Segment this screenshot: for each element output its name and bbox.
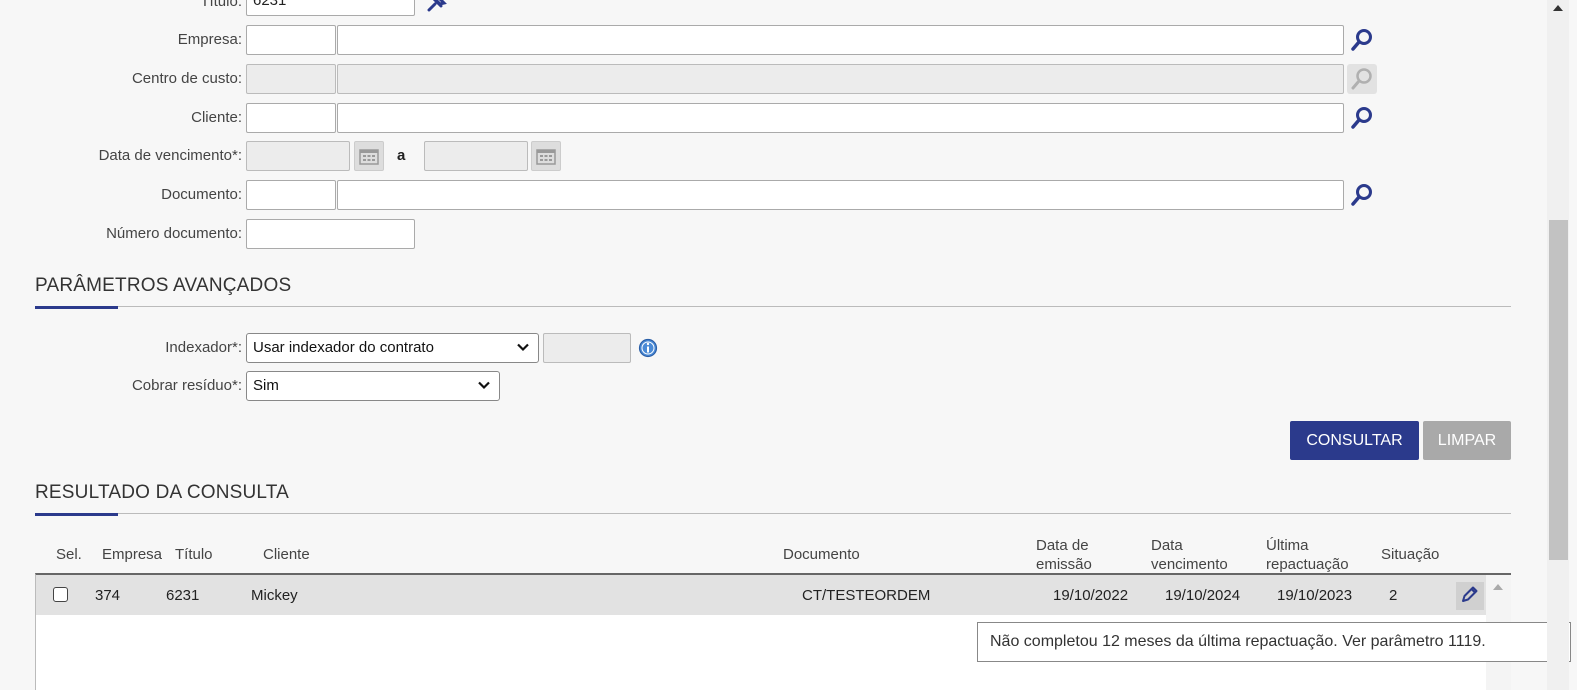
indexador-selected-value: Usar indexador do contrato bbox=[253, 339, 434, 356]
titulo-input[interactable]: 6231 bbox=[246, 0, 415, 16]
column-header-sel: Sel. bbox=[56, 546, 82, 563]
cliente-name-input[interactable] bbox=[337, 103, 1344, 133]
pin-icon[interactable] bbox=[421, 0, 451, 18]
advanced-section-divider bbox=[35, 306, 1511, 307]
column-header-data-emissao: Data de emissão bbox=[1036, 536, 1092, 574]
row-edit-button[interactable] bbox=[1456, 582, 1484, 610]
documento-name-input[interactable] bbox=[337, 180, 1344, 210]
column-header-data-vencimento: Data vencimento bbox=[1151, 536, 1228, 574]
results-section-title: RESULTADO DA CONSULTA bbox=[35, 482, 290, 503]
cliente-code-input[interactable] bbox=[246, 103, 336, 133]
row-titulo: 6231 bbox=[166, 587, 200, 604]
calendar-icon[interactable] bbox=[531, 141, 561, 171]
centro-custo-code-input bbox=[246, 64, 336, 94]
row-select-checkbox[interactable] bbox=[53, 587, 68, 602]
calendar-icon[interactable] bbox=[354, 141, 384, 171]
column-header-ultima-repactuacao-line1: Última bbox=[1266, 537, 1309, 554]
column-header-data-emissao-line2: emissão bbox=[1036, 556, 1092, 573]
row-cliente: Mickey bbox=[251, 587, 298, 604]
row-data-vencimento: 19/10/2024 bbox=[1165, 587, 1241, 604]
column-header-data-vencimento-line2: vencimento bbox=[1151, 556, 1228, 573]
info-icon[interactable] bbox=[638, 338, 658, 358]
data-vencimento-label: Data de vencimento*: bbox=[98, 147, 242, 164]
row-empresa: 374 bbox=[95, 587, 121, 604]
data-vencimento-to-input[interactable] bbox=[424, 141, 528, 171]
page-scrollbar-thumb[interactable] bbox=[1549, 220, 1568, 560]
numero-documento-input[interactable] bbox=[246, 219, 415, 249]
search-icon[interactable] bbox=[1347, 25, 1377, 55]
row-data-emissao: 19/10/2022 bbox=[1053, 587, 1129, 604]
results-section-accent bbox=[35, 513, 118, 516]
results-section-divider bbox=[35, 513, 1511, 514]
tooltip: Não completou 12 meses da última repactu… bbox=[977, 622, 1571, 662]
centro-custo-label: Centro de custo: bbox=[131, 70, 242, 87]
documento-code-input[interactable] bbox=[246, 180, 336, 210]
column-header-ultima-repactuacao-line2: repactuação bbox=[1266, 556, 1349, 573]
advanced-section-title: PARÂMETROS AVANÇADOS bbox=[35, 275, 292, 296]
scroll-up-icon[interactable] bbox=[1493, 584, 1503, 590]
limpar-button[interactable]: LIMPAR bbox=[1423, 421, 1511, 460]
numero-documento-label: Número documento: bbox=[106, 225, 242, 242]
indexador-extra-input bbox=[543, 333, 631, 363]
chevron-down-icon bbox=[516, 340, 530, 360]
column-header-empresa: Empresa bbox=[102, 546, 163, 563]
centro-custo-name-input bbox=[337, 64, 1344, 94]
row-documento: CT/TESTEORDEM bbox=[802, 587, 931, 604]
column-header-data-vencimento-line1: Data bbox=[1151, 537, 1183, 554]
indexador-label: Indexador*: bbox=[165, 339, 242, 356]
scroll-up-icon[interactable] bbox=[1553, 5, 1563, 11]
data-vencimento-from-input[interactable] bbox=[246, 141, 350, 171]
documento-label: Documento: bbox=[161, 186, 242, 203]
consultar-button[interactable]: CONSULTAR bbox=[1290, 421, 1419, 460]
empresa-name-input[interactable] bbox=[337, 25, 1344, 55]
column-header-titulo: Título bbox=[175, 546, 213, 563]
pencil-icon bbox=[1460, 584, 1480, 608]
titulo-label: Título: bbox=[200, 0, 242, 10]
cobrar-residuo-label: Cobrar resíduo*: bbox=[131, 377, 242, 394]
empresa-code-input[interactable] bbox=[246, 25, 336, 55]
cliente-label: Cliente: bbox=[191, 109, 242, 126]
row-ultima-repactuacao: 19/10/2023 bbox=[1277, 587, 1353, 604]
column-header-cliente: Cliente bbox=[263, 546, 310, 563]
chevron-down-icon bbox=[477, 378, 491, 398]
indexador-select[interactable]: Usar indexador do contrato bbox=[246, 333, 539, 363]
search-icon bbox=[1347, 64, 1377, 94]
empresa-label: Empresa: bbox=[177, 31, 242, 48]
cobrar-residuo-select[interactable]: Sim bbox=[246, 371, 500, 401]
advanced-section-accent bbox=[35, 306, 118, 309]
date-range-separator: a bbox=[397, 147, 406, 164]
search-icon[interactable] bbox=[1347, 180, 1377, 210]
cobrar-residuo-selected-value: Sim bbox=[253, 377, 279, 394]
column-header-documento: Documento bbox=[783, 546, 860, 563]
row-situacao: 2 bbox=[1389, 587, 1398, 604]
search-icon[interactable] bbox=[1347, 103, 1377, 133]
column-header-situacao: Situação bbox=[1381, 546, 1440, 563]
column-header-ultima-repactuacao: Última repactuação bbox=[1266, 536, 1349, 574]
column-header-data-emissao-line1: Data de bbox=[1036, 537, 1089, 554]
